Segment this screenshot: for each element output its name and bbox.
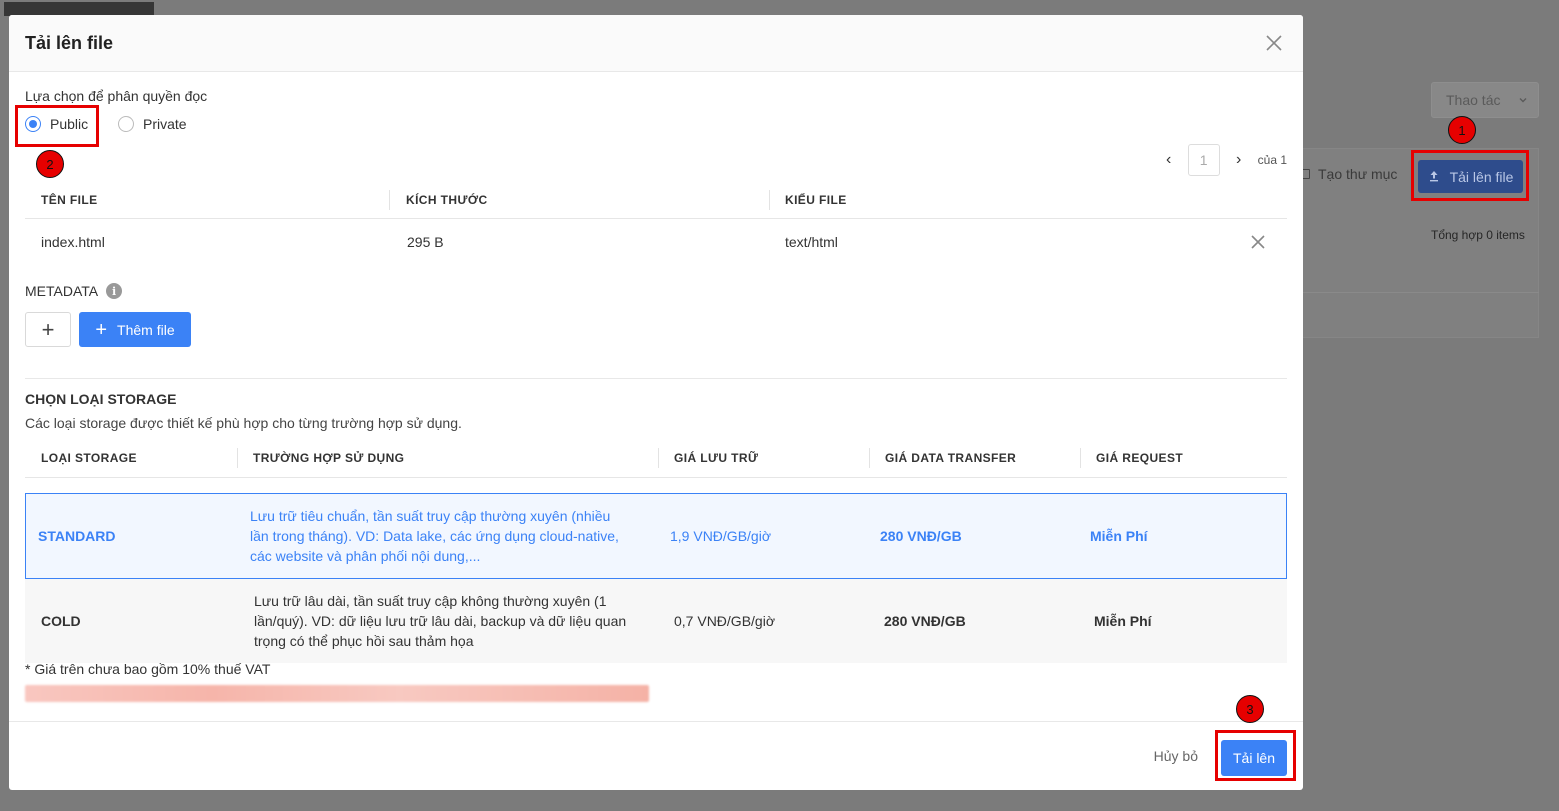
annotation-box-1 — [1411, 150, 1529, 201]
vat-note: * Giá trên chưa bao gồm 10% thuế VAT — [25, 661, 271, 677]
annotation-box-3 — [1215, 730, 1296, 781]
actions-label: Thao tác — [1446, 92, 1501, 108]
add-file-button[interactable]: + Thêm file — [79, 312, 191, 347]
request-price: Miễn Phí — [1094, 613, 1152, 629]
storage-type: STANDARD — [38, 528, 116, 544]
radio-unchecked-icon — [118, 116, 134, 132]
request-price: Miễn Phí — [1090, 528, 1148, 544]
storage-row-cold[interactable]: COLD Lưu trữ lâu dài, tần suất truy cập … — [25, 579, 1287, 663]
annotation-box-2 — [15, 105, 99, 147]
dialog-header: Tải lên file — [9, 15, 1303, 72]
col-header-storage-type: LOẠI STORAGE — [41, 450, 137, 465]
storage-title: CHỌN LOẠI STORAGE — [25, 391, 177, 407]
create-folder-label: Tạo thư mục — [1318, 166, 1398, 182]
annotation-marker-1: 1 — [1448, 116, 1476, 144]
upload-file-dialog: Tải lên file Lựa chọn để phân quyền đọc … — [9, 15, 1303, 790]
radio-private[interactable]: Private — [118, 116, 187, 132]
chevron-left-icon[interactable]: ‹ — [1162, 151, 1176, 169]
storage-row-standard[interactable]: STANDARD Lưu trữ tiêu chuẩn, tần suất tr… — [25, 493, 1287, 579]
col-header-filename: TÊN FILE — [41, 193, 98, 207]
add-file-label: Thêm file — [117, 321, 175, 338]
cancel-button[interactable]: Hủy bỏ — [1154, 748, 1198, 764]
col-header-size: KÍCH THƯỚC — [406, 193, 488, 207]
redacted-text — [25, 685, 649, 702]
chevron-down-icon — [1518, 92, 1528, 108]
section-divider — [25, 378, 1287, 379]
actions-dropdown[interactable]: Thao tác — [1431, 82, 1539, 118]
col-header-transfer-price: GIÁ DATA TRANSFER — [885, 450, 1017, 465]
file-name: index.html — [41, 234, 105, 250]
storage-use-case: Lưu trữ lâu dài, tần suất truy cập không… — [254, 593, 627, 649]
permission-label: Lựa chọn để phân quyền đọc — [25, 88, 208, 104]
storage-price: 0,7 VNĐ/GB/giờ — [674, 613, 775, 629]
storage-price: 1,9 VNĐ/GB/giờ — [670, 528, 771, 544]
col-header-request-price: GIÁ REQUEST — [1096, 450, 1184, 465]
radio-private-label: Private — [143, 116, 187, 132]
dialog-title: Tải lên file — [25, 33, 114, 53]
file-size: 295 B — [407, 234, 444, 250]
annotation-marker-3: 3 — [1236, 695, 1264, 723]
metadata-section: METADATA i — [25, 283, 123, 299]
plus-icon: + — [41, 316, 55, 342]
storage-table-header: LOẠI STORAGE TRƯỜNG HỢP SỬ DỤNG GIÁ LƯU … — [25, 438, 1287, 478]
annotation-marker-2: 2 — [36, 150, 64, 178]
info-icon[interactable]: i — [106, 283, 123, 299]
page-total-text: của 1 — [1257, 153, 1287, 167]
col-header-filetype: KIỂU FILE — [785, 193, 847, 207]
storage-use-case: Lưu trữ tiêu chuẩn, tần suất truy cập th… — [250, 508, 619, 564]
transfer-price: 280 VNĐ/GB — [884, 613, 966, 629]
file-table: TÊN FILE KÍCH THƯỚC KIỂU FILE index.html… — [25, 182, 1287, 265]
chevron-right-icon[interactable]: › — [1232, 151, 1246, 169]
total-items-text: Tổng hợp 0 items — [1431, 228, 1525, 242]
storage-description: Các loại storage được thiết kế phù hợp c… — [25, 415, 462, 431]
page-number-input[interactable]: 1 — [1187, 144, 1220, 176]
table-row: index.html 295 B text/html — [25, 219, 1287, 265]
file-table-header: TÊN FILE KÍCH THƯỚC KIỂU FILE — [25, 182, 1287, 219]
remove-file-icon[interactable] — [1249, 233, 1267, 251]
file-type: text/html — [785, 234, 838, 250]
col-header-storage-price: GIÁ LƯU TRỮ — [674, 450, 759, 465]
storage-table: LOẠI STORAGE TRƯỜNG HỢP SỬ DỤNG GIÁ LƯU … — [25, 438, 1287, 663]
col-header-use-case: TRƯỜNG HỢP SỬ DỤNG — [253, 450, 405, 465]
background-divider — [1290, 292, 1539, 293]
storage-type: COLD — [41, 613, 81, 629]
transfer-price: 280 VNĐ/GB — [880, 528, 962, 544]
create-folder-button[interactable]: Tạo thư mục — [1300, 166, 1397, 182]
background-page-title — [4, 2, 154, 16]
dialog-footer: Hủy bỏ Tải lên — [9, 721, 1303, 790]
pagination: ‹ 1 › của 1 — [1162, 144, 1287, 176]
plus-icon: + — [95, 318, 108, 341]
metadata-label: METADATA — [25, 283, 99, 299]
add-metadata-button[interactable]: + — [25, 312, 71, 347]
close-icon[interactable] — [1263, 32, 1285, 54]
